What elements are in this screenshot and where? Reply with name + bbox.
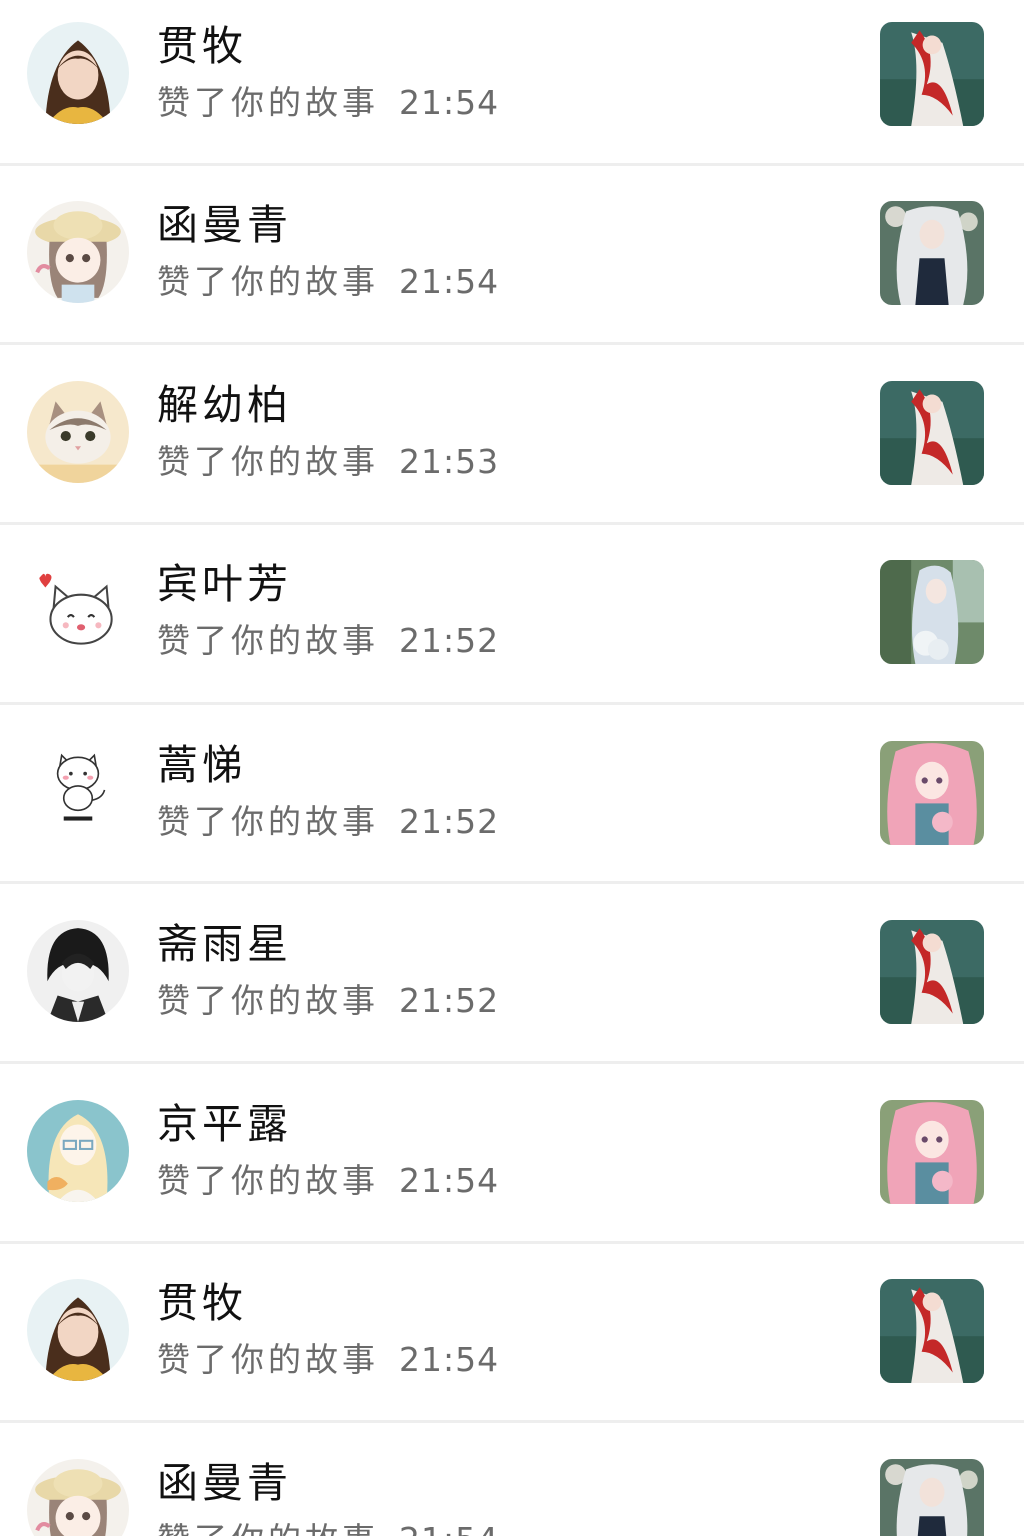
- story-thumbnail[interactable]: [880, 1459, 984, 1536]
- thumb-anime-red-ribbon-icon: [880, 920, 984, 1024]
- avatar-anime-hat-girl-icon: [27, 201, 129, 303]
- activity-line: 赞了你的故事 21:54: [157, 1159, 499, 1203]
- avatar[interactable]: [27, 381, 129, 483]
- avatar[interactable]: [27, 920, 129, 1022]
- activity-line: 赞了你的故事 21:54: [157, 1338, 499, 1382]
- story-thumbnail[interactable]: [880, 560, 984, 664]
- story-thumbnail[interactable]: [880, 381, 984, 485]
- activity-text: 赞了你的故事: [157, 83, 379, 122]
- story-thumbnail[interactable]: [880, 1100, 984, 1204]
- list-item[interactable]: 贯牧 赞了你的故事 21:54: [0, 1244, 1024, 1423]
- avatar[interactable]: [27, 1459, 129, 1536]
- avatar-girl-brown-hair-icon: [27, 22, 129, 124]
- timestamp: 21:53: [399, 442, 500, 481]
- list-item[interactable]: 函曼青 赞了你的故事 21:54: [0, 166, 1024, 345]
- user-name[interactable]: 函曼青: [157, 1458, 292, 1508]
- list-item[interactable]: 宾叶芳 赞了你的故事 21:52: [0, 525, 1024, 704]
- story-thumbnail[interactable]: [880, 920, 984, 1024]
- user-name[interactable]: 解幼柏: [157, 380, 292, 430]
- activity-text: 赞了你的故事: [157, 442, 379, 481]
- avatar-anime-blonde-girl-icon: [27, 1100, 129, 1202]
- list-item[interactable]: 函曼青 赞了你的故事 21:54: [0, 1423, 1024, 1536]
- user-name[interactable]: 贯牧: [157, 1278, 247, 1328]
- activity-text: 赞了你的故事: [157, 802, 379, 841]
- thumb-anime-pink-hair-icon: [880, 741, 984, 845]
- activity-line: 赞了你的故事 21:54: [157, 260, 499, 304]
- thumb-anime-silver-hair-icon: [880, 201, 984, 305]
- timestamp: 21:52: [399, 621, 500, 660]
- user-name[interactable]: 贯牧: [157, 21, 247, 71]
- avatar[interactable]: [27, 560, 129, 662]
- activity-line: 赞了你的故事 21:54: [157, 81, 499, 125]
- notification-list: 贯牧 赞了你的故事 21:54 函曼青 赞了你的故事 21:54 解幼柏 赞了你…: [0, 0, 1024, 1536]
- activity-text: 赞了你的故事: [157, 981, 379, 1020]
- avatar[interactable]: [27, 1279, 129, 1381]
- user-name[interactable]: 斋雨星: [157, 919, 292, 969]
- avatar-kitten-icon: [27, 381, 129, 483]
- activity-line: 赞了你的故事 21:52: [157, 619, 499, 663]
- activity-text: 赞了你的故事: [157, 1340, 379, 1379]
- activity-text: 赞了你的故事: [157, 1161, 379, 1200]
- timestamp: 21:54: [399, 1520, 499, 1536]
- activity-text: 赞了你的故事: [157, 1520, 379, 1536]
- list-item[interactable]: 京平露 赞了你的故事 21:54: [0, 1064, 1024, 1243]
- thumb-anime-red-ribbon-icon: [880, 1279, 984, 1383]
- timestamp: 21:52: [399, 981, 500, 1020]
- avatar-anime-dark-hair-boy-icon: [27, 920, 129, 1022]
- activity-line: 赞了你的故事 21:54: [157, 1518, 499, 1536]
- activity-text: 赞了你的故事: [157, 262, 379, 301]
- timestamp: 21:52: [399, 802, 500, 841]
- thumb-anime-pink-hair-icon: [880, 1100, 984, 1204]
- avatar[interactable]: [27, 741, 129, 843]
- story-thumbnail[interactable]: [880, 201, 984, 305]
- timestamp: 21:54: [399, 83, 500, 122]
- activity-line: 赞了你的故事 21:53: [157, 440, 499, 484]
- thumb-anime-silver-hair-flowers-icon: [880, 560, 984, 664]
- avatar[interactable]: [27, 1100, 129, 1202]
- avatar[interactable]: [27, 201, 129, 303]
- activity-text: 赞了你的故事: [157, 621, 379, 660]
- avatar-girl-brown-hair-icon: [27, 1279, 129, 1381]
- avatar-cartoon-cat-heart-icon: [27, 560, 129, 662]
- activity-line: 赞了你的故事 21:52: [157, 800, 499, 844]
- story-thumbnail[interactable]: [880, 741, 984, 845]
- list-item[interactable]: 斋雨星 赞了你的故事 21:52: [0, 884, 1024, 1063]
- story-thumbnail[interactable]: [880, 22, 984, 126]
- list-item[interactable]: 解幼柏 赞了你的故事 21:53: [0, 345, 1024, 524]
- user-name[interactable]: 蒿悌: [157, 740, 247, 790]
- user-name[interactable]: 函曼青: [157, 200, 292, 250]
- list-item[interactable]: 蒿悌 赞了你的故事 21:52: [0, 705, 1024, 884]
- list-item[interactable]: 贯牧 赞了你的故事 21:54: [0, 0, 1024, 179]
- thumb-anime-red-ribbon-icon: [880, 381, 984, 485]
- avatar-cartoon-cat-icon: [27, 741, 129, 843]
- timestamp: 21:54: [399, 1161, 500, 1200]
- timestamp: 21:54: [399, 1340, 500, 1379]
- timestamp: 21:54: [399, 262, 500, 301]
- thumb-anime-red-ribbon-icon: [880, 22, 984, 126]
- thumb-anime-silver-hair-icon: [880, 1459, 984, 1536]
- user-name[interactable]: 京平露: [157, 1099, 292, 1149]
- user-name[interactable]: 宾叶芳: [157, 559, 292, 609]
- avatar-anime-hat-girl-icon: [27, 1459, 129, 1536]
- story-thumbnail[interactable]: [880, 1279, 984, 1383]
- activity-line: 赞了你的故事 21:52: [157, 979, 499, 1023]
- avatar[interactable]: [27, 22, 129, 124]
